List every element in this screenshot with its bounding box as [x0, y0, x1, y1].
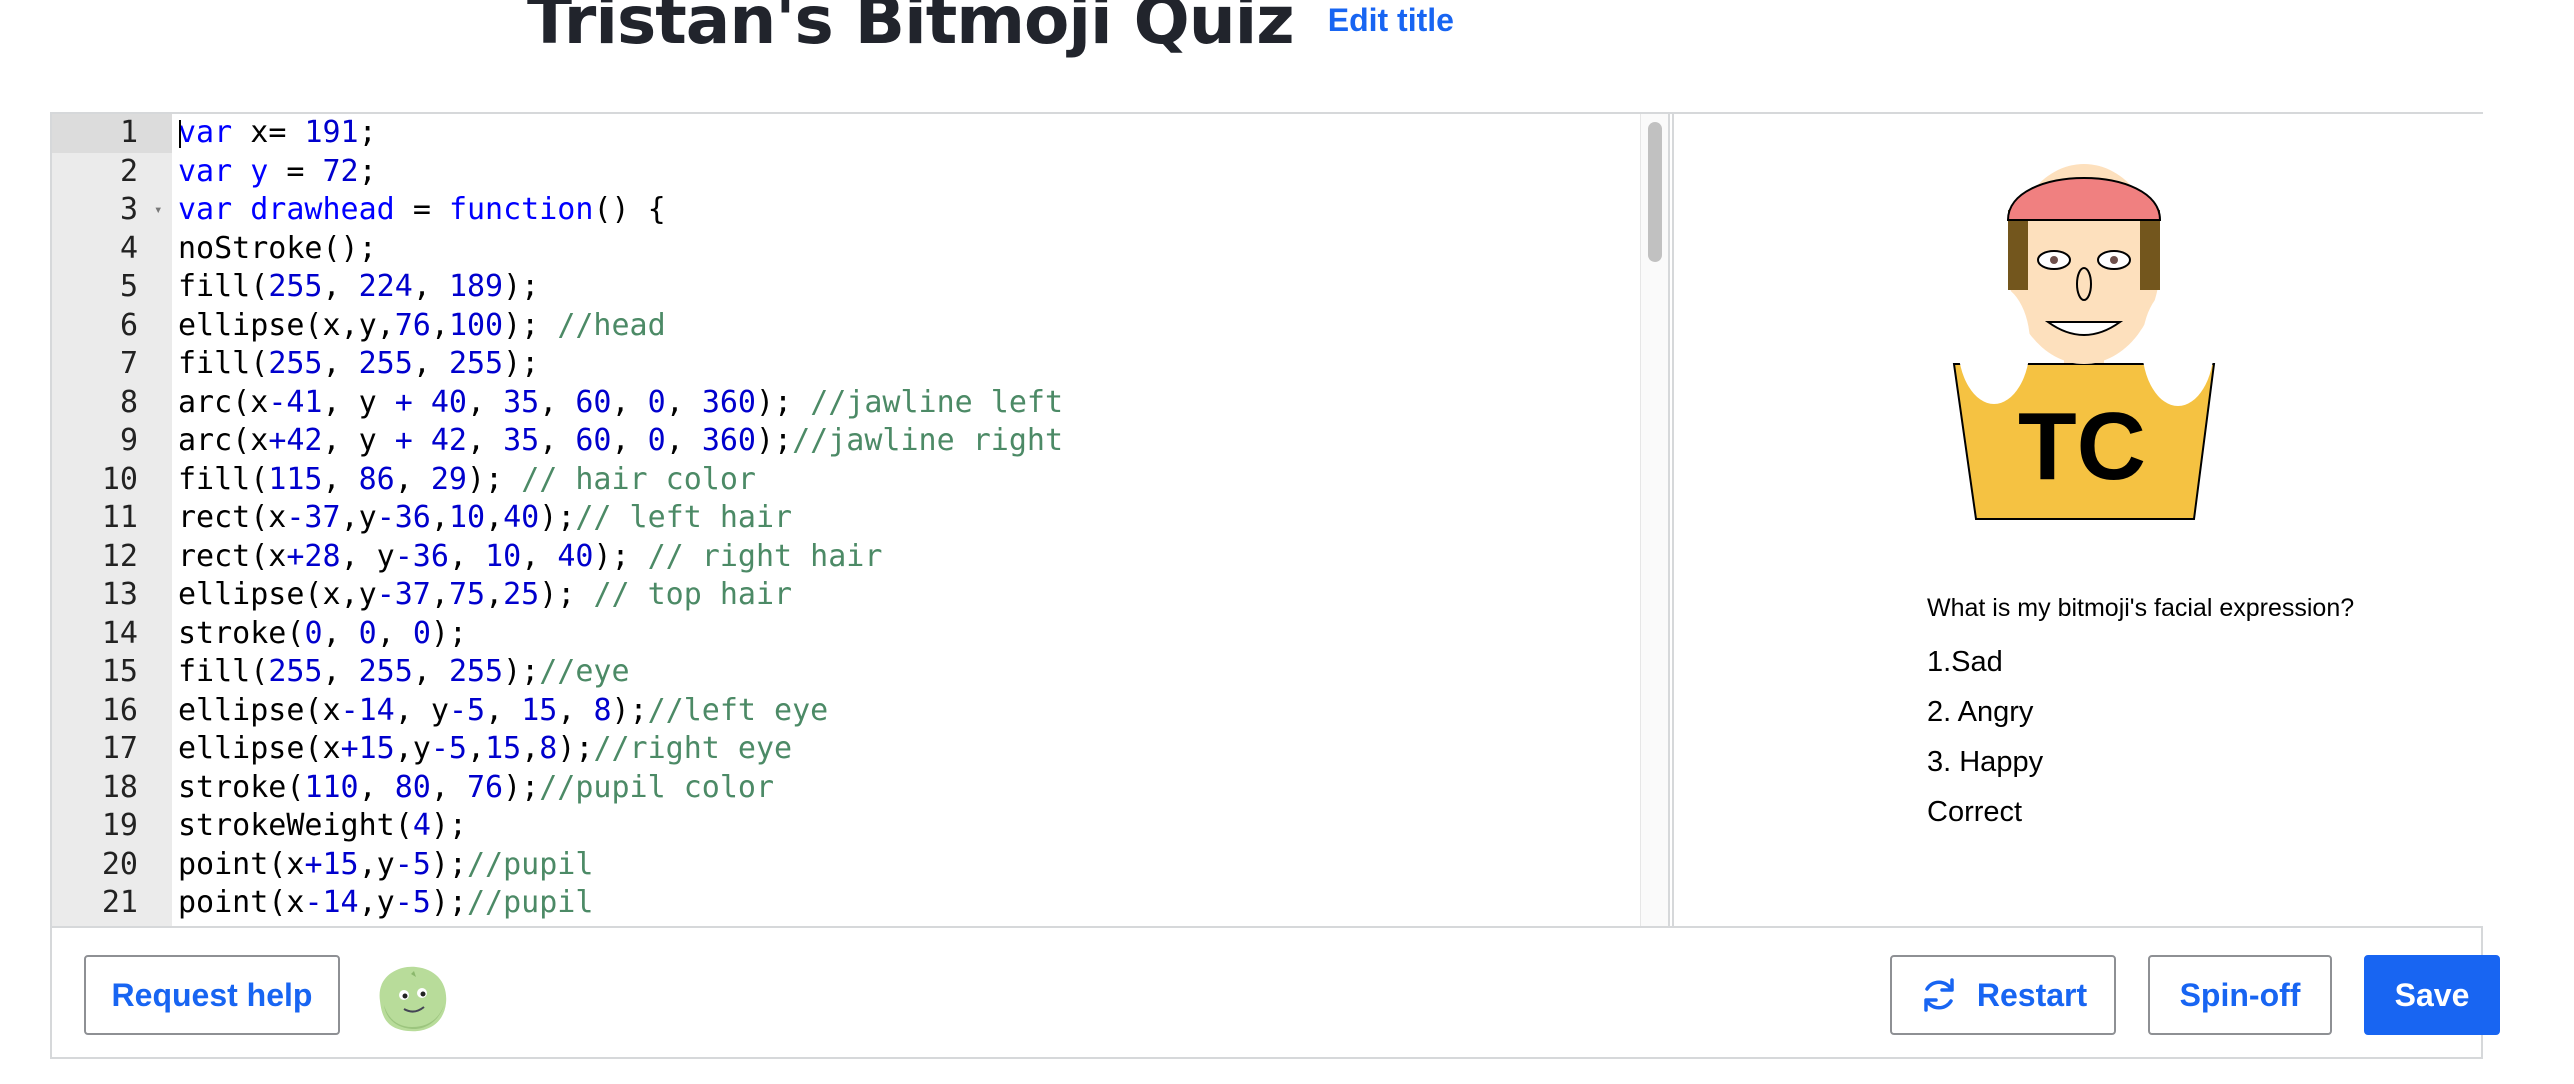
code-line[interactable]: 5 fill(255, 224, 189);: [52, 268, 1670, 307]
jawline-right: [2142, 286, 2214, 406]
line-number: 15: [101, 654, 138, 689]
save-label: Save: [2394, 976, 2470, 1013]
request-help-button[interactable]: Request help: [84, 955, 340, 1035]
code-text: var y = 72;: [178, 153, 377, 189]
code-line[interactable]: 20 point(x+15,y-5);//pupil: [52, 846, 1670, 885]
code-line[interactable]: 8 arc(x-41, y + 40, 35, 60, 0, 360); //ja…: [52, 384, 1670, 423]
line-number: 13: [101, 577, 138, 612]
code-line[interactable]: 18 stroke(110, 80, 76);//pupil color: [52, 769, 1670, 808]
bitmoji-drawing: TC: [1952, 164, 2216, 520]
editor-scrollbar[interactable]: [1640, 114, 1670, 926]
code-line[interactable]: 14 stroke(0, 0, 0);: [52, 615, 1670, 654]
title-row: Tristan's Bitmoji Quiz Edit title: [527, 0, 1454, 60]
badge-text: TC: [2018, 393, 2146, 500]
code-text: rect(x-37,y-36,10,40);// left hair: [178, 500, 793, 535]
quiz-option-2: 2. Angry: [1927, 696, 2034, 728]
quiz-question: What is my bitmoji's facial expression?: [1927, 594, 2355, 622]
scrollbar-thumb[interactable]: [1648, 122, 1662, 262]
code-text: fill(115, 86, 29); // hair color: [178, 461, 756, 497]
code-text: var drawhead = function() {: [178, 192, 666, 227]
save-button[interactable]: Save: [2364, 955, 2500, 1035]
code-line[interactable]: 4 noStroke();: [52, 230, 1670, 269]
code-line[interactable]: 16 ellipse(x-14, y-5, 15, 8);//left eye: [52, 692, 1670, 731]
code-line[interactable]: 7 fill(255, 255, 255);: [52, 345, 1670, 384]
quiz-option-1: 1.Sad: [1927, 646, 2003, 678]
line-number: 21: [101, 885, 138, 920]
line-number: 2: [119, 153, 138, 189]
quiz-text: What is my bitmoji's facial expression? …: [1927, 594, 2354, 837]
fold-toggle-icon[interactable]: ▾: [154, 191, 162, 230]
code-text: fill(255, 255, 255);: [178, 346, 540, 381]
edit-title-link[interactable]: Edit title: [1328, 2, 1454, 39]
line-number: 6: [119, 307, 138, 343]
restart-button[interactable]: Restart: [1890, 955, 2116, 1035]
right-hair: [2140, 210, 2160, 290]
code-text: noStroke();: [178, 230, 377, 266]
code-text: point(x+15,y-5);//pupil: [178, 846, 594, 882]
editor-frame: 1 var x= 191; 2 var y = 72; 3 ▾ var drawhead =…: [50, 112, 2500, 1059]
line-number: 9: [119, 423, 138, 458]
code-line[interactable]: 11 rect(x-37,y-36,10,40);// left hair: [52, 499, 1670, 538]
line-number: 16: [101, 692, 138, 728]
code-line[interactable]: 12 rect(x+28, y-36, 10, 40); // right hai…: [52, 538, 1670, 577]
spinoff-button[interactable]: Spin-off: [2148, 955, 2332, 1035]
code-text: stroke(110, 80, 76);//pupil color: [178, 769, 775, 805]
top-hair: [2006, 177, 2162, 221]
code-text: stroke(0, 0, 0);: [178, 615, 467, 651]
line-number: 10: [101, 461, 138, 497]
jawline-left: [1958, 284, 2030, 404]
quiz-option-3: 3. Happy: [1927, 746, 2044, 778]
line-number: 7: [119, 346, 138, 381]
refresh-icon: [1924, 978, 1954, 1012]
code-line[interactable]: 1 var x= 191;: [52, 114, 1670, 153]
code-text: var x= 191;: [178, 115, 377, 150]
code-line[interactable]: 15 fill(255, 255, 255);//eye: [52, 653, 1670, 692]
code-line[interactable]: 13 ellipse(x,y-37,75,25); // top hair: [52, 576, 1670, 615]
output-canvas[interactable]: TC What is my bitmoji's facial expressio…: [1672, 114, 2483, 926]
line-number: 11: [101, 500, 138, 535]
code-line[interactable]: 17 ellipse(x+15,y-5,15,8);//right eye: [52, 730, 1670, 769]
code-line[interactable]: 9 arc(x+42, y + 42, 35, 60, 0, 360);//jaw…: [52, 422, 1670, 461]
code-line[interactable]: 21 point(x-14,y-5);//pupil: [52, 884, 1670, 923]
left-pupil: [2050, 256, 2058, 264]
line-number: 5: [119, 269, 138, 304]
code-text: rect(x+28, y-36, 10, 40); // right hair: [178, 538, 883, 574]
right-pupil: [2110, 256, 2118, 264]
line-number: 18: [101, 769, 138, 805]
code-line[interactable]: 6 ellipse(x,y,76,100); //head: [52, 307, 1670, 346]
restart-label: Restart: [1976, 976, 2088, 1013]
code-line[interactable]: 10 fill(115, 86, 29); // hair color: [52, 461, 1670, 500]
code-text: strokeWeight(4);: [178, 808, 467, 843]
code-text: point(x-14,y-5);//pupil: [178, 885, 594, 920]
text-cursor: [179, 120, 181, 148]
line-number: 14: [101, 615, 138, 651]
code-text: arc(x+42, y + 42, 35, 60, 0, 360);//jawl…: [178, 423, 1064, 458]
editor-toolbar: Request help Restart Spin-off Save: [52, 926, 2500, 1057]
line-number: 1: [52, 114, 172, 153]
left-hair: [2008, 210, 2028, 290]
line-number: 19: [101, 808, 138, 843]
line-number: 8: [119, 384, 138, 420]
code-text: fill(255, 255, 255);//eye: [178, 654, 630, 689]
line-number: 4: [119, 230, 138, 266]
line-number: 20: [101, 846, 138, 882]
code-text: fill(255, 224, 189);: [178, 269, 540, 304]
code-text: ellipse(x+15,y-5,15,8);//right eye: [178, 731, 793, 766]
code-line[interactable]: 3 ▾ var drawhead = function() {: [52, 191, 1670, 230]
code-text: ellipse(x-14, y-5, 15, 8);//left eye: [178, 692, 829, 728]
green-blob-avatar-icon[interactable]: [370, 961, 450, 1035]
code-line[interactable]: 19 strokeWeight(4);: [52, 807, 1670, 846]
code-line[interactable]: 2 var y = 72;: [52, 153, 1670, 192]
request-help-label: Request help: [111, 976, 313, 1013]
line-number: 17: [101, 731, 138, 766]
code-text: arc(x-41, y + 40, 35, 60, 0, 360); //jaw…: [178, 384, 1064, 420]
spinoff-label: Spin-off: [2179, 976, 2301, 1013]
page-title: Tristan's Bitmoji Quiz: [527, 0, 1295, 59]
code-lines: 1 var x= 191; 2 var y = 72; 3 ▾ var drawhead =…: [52, 114, 1670, 923]
code-text: ellipse(x,y-37,75,25); // top hair: [178, 577, 793, 612]
code-editor[interactable]: 1 var x= 191; 2 var y = 72; 3 ▾ var drawhead =…: [52, 114, 1670, 926]
line-number: 12: [101, 538, 138, 574]
quiz-result: Correct: [1927, 796, 2023, 828]
code-text: ellipse(x,y,76,100); //head: [178, 307, 666, 343]
